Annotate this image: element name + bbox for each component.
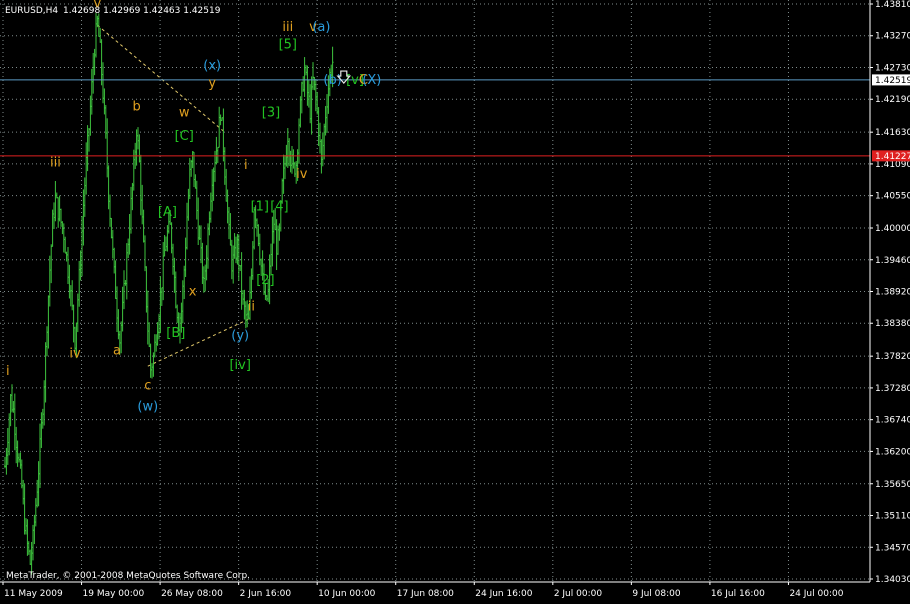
price-tick-label: 1.38380 xyxy=(875,319,910,329)
price-tick-label: 1.41630 xyxy=(875,128,910,138)
price-tick-label: 1.34570 xyxy=(875,543,910,553)
time-tick-label: 2 Jul 00:00 xyxy=(554,589,603,599)
wave-label: [1] xyxy=(251,199,269,214)
wave-label: iii xyxy=(282,20,293,35)
wave-label: x xyxy=(189,285,197,300)
bid-price-tag: 1.42519 xyxy=(872,74,910,86)
wave-label: (a) xyxy=(312,20,330,35)
price-tick-label: 1.35110 xyxy=(875,512,910,522)
time-tick-label: 9 Jul 08:00 xyxy=(632,589,681,599)
time-axis: 11 May 2009 19 May 00:00 26 May 08:00 2 Jun… xyxy=(0,581,910,600)
time-tick-label: 26 May 08:00 xyxy=(161,589,223,599)
time-tick-label: 11 May 2009 xyxy=(4,589,63,599)
wave-label: a xyxy=(113,343,121,358)
level-price-tag: 1.41227 xyxy=(872,150,910,162)
price-tick-label: 1.40000 xyxy=(875,224,910,234)
level-price-label: 1.41227 xyxy=(875,152,910,162)
symbol-label: EURUSD,H4 xyxy=(5,6,58,16)
wave-label: iv xyxy=(296,167,308,182)
chart-window[interactable]: i iii iv v a b c (w) [A] [B] w [C] x (x) y i (y) [iv] ii [1… xyxy=(0,0,910,600)
plot-background xyxy=(0,0,910,600)
wave-label: [A] xyxy=(158,205,177,220)
price-tick-label: 1.43270 xyxy=(875,32,910,42)
wave-label: [3] xyxy=(262,105,280,120)
wave-label: i xyxy=(244,158,248,173)
wave-label: [B] xyxy=(166,326,185,341)
time-tick-label: 2 Jun 16:00 xyxy=(240,589,292,599)
price-axis: 1.438101.432701.427301.421901.416301.410… xyxy=(869,0,910,585)
time-tick-label: 24 Jun 16:00 xyxy=(475,589,532,599)
price-tick-label: 1.36200 xyxy=(875,447,910,457)
copyright-note: MetaTrader, © 2001-2008 MetaQuotes Softw… xyxy=(6,571,250,581)
wave-label: [C] xyxy=(175,129,194,144)
wave-label: [iv] xyxy=(229,358,250,373)
time-tick-label: 17 Jun 08:00 xyxy=(397,589,454,599)
wave-label: w xyxy=(179,105,190,120)
price-tick-label: 1.40550 xyxy=(875,192,910,202)
wave-label: (w) xyxy=(137,399,158,414)
price-tick-label: 1.37820 xyxy=(875,352,910,362)
wave-label: (y) xyxy=(231,329,249,344)
time-tick-label: 24 Jul 00:00 xyxy=(789,589,843,599)
wave-label: iii xyxy=(50,155,61,170)
price-tick-label: 1.35650 xyxy=(875,480,910,490)
wave-label: iv xyxy=(69,346,81,361)
time-tick-label: 16 Jul 16:00 xyxy=(711,589,765,599)
wave-label: c xyxy=(144,379,151,394)
ohlc-readout: 1.42698 1.42969 1.42463 1.42519 xyxy=(63,6,221,16)
price-tick-label: 1.42190 xyxy=(875,95,910,105)
wave-label: y xyxy=(208,76,216,91)
wave-label: [4] xyxy=(270,199,288,214)
wave-label: ii xyxy=(248,299,255,314)
time-tick-label: 10 Jun 00:00 xyxy=(318,589,375,599)
wave-label: [5] xyxy=(279,38,297,53)
price-chart[interactable]: iiiiivvabc(w)[A][B]w[C]x(x)yi(y)[iv]ii[1… xyxy=(0,0,910,600)
wave-label: (b) xyxy=(323,73,341,88)
price-tick-label: 1.42730 xyxy=(875,63,910,73)
wave-label: i xyxy=(6,364,10,379)
price-tick-label: 1.37280 xyxy=(875,384,910,394)
price-tick-label: 1.38920 xyxy=(875,288,910,298)
wave-label: (X) xyxy=(362,73,381,88)
price-tick-label: 1.43810 xyxy=(875,0,910,10)
wave-label: (x) xyxy=(203,58,221,73)
price-tick-label: 1.39460 xyxy=(875,256,910,266)
time-tick-label: 19 May 00:00 xyxy=(83,589,145,599)
bid-price-label: 1.42519 xyxy=(875,76,910,86)
wave-label: b xyxy=(132,99,140,114)
price-tick-label: 1.36740 xyxy=(875,416,910,426)
wave-label: [2] xyxy=(256,273,274,288)
